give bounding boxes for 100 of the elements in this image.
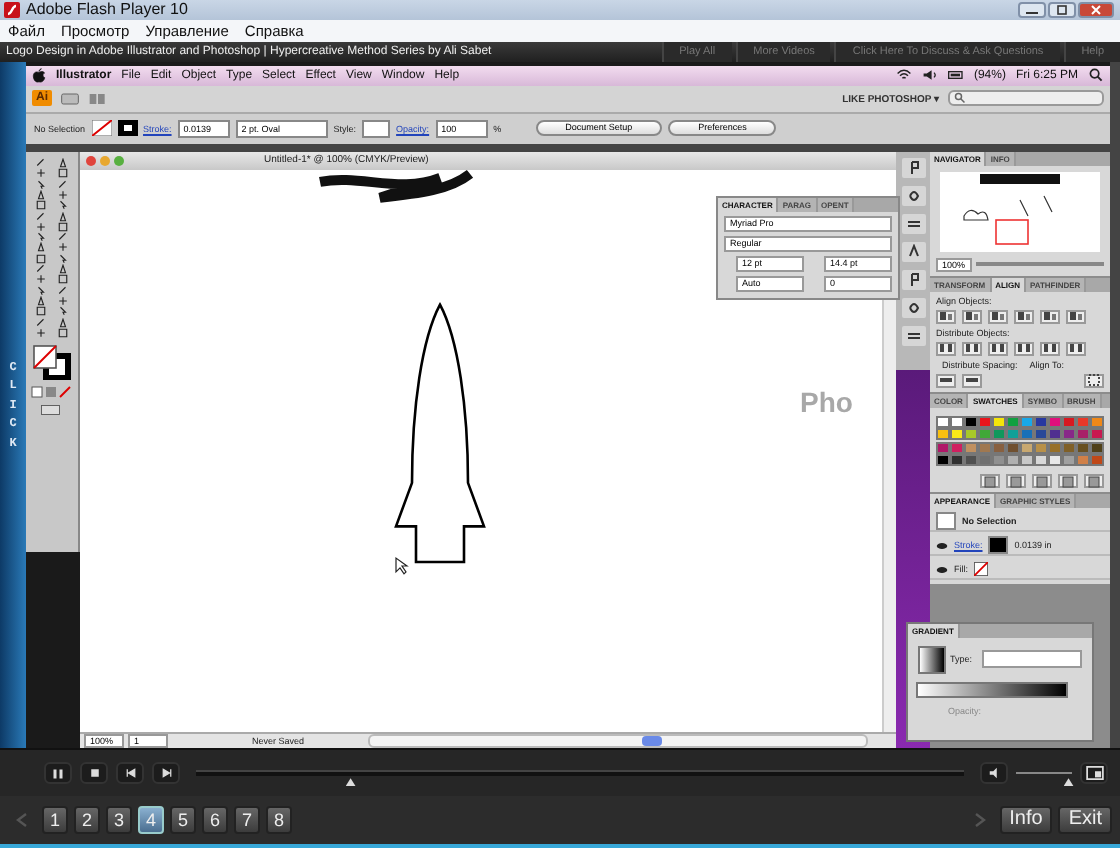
stroke-swatch[interactable] [117,120,138,137]
color-swatch[interactable] [1076,415,1089,428]
fill-stroke-icon[interactable] [32,344,72,381]
color-swatch[interactable] [1062,415,1075,428]
color-swatch[interactable] [992,415,1005,428]
color-swatch[interactable] [936,441,949,454]
scroll-thumb[interactable] [642,736,663,747]
chapter-button[interactable]: 6 [202,806,228,835]
color-swatch[interactable] [1006,454,1019,467]
color-swatch[interactable] [1034,441,1047,454]
nav-button[interactable]: Info [999,806,1053,835]
seek-handle[interactable] [345,778,356,787]
panel-icon[interactable] [901,297,925,318]
color-swatch[interactable] [1062,428,1075,441]
align-icon[interactable] [1014,309,1034,324]
volume-handle[interactable] [1063,778,1074,787]
pause-button[interactable] [44,762,72,785]
color-swatch[interactable] [1006,415,1019,428]
color-swatch[interactable] [992,428,1005,441]
gradient-swatch[interactable] [918,645,946,674]
chapter-button[interactable]: 7 [234,806,260,835]
wifi-icon[interactable] [895,68,912,83]
color-swatch[interactable] [1034,454,1047,467]
color-swatch[interactable] [964,441,977,454]
panel-icon[interactable] [901,185,925,206]
color-swatch[interactable] [978,415,991,428]
color-swatch[interactable] [950,454,963,467]
color-swatch[interactable] [950,441,963,454]
apple-icon[interactable] [32,67,46,84]
color-swatch[interactable] [936,415,949,428]
panel-icon[interactable] [901,325,925,346]
eye-icon[interactable] [936,541,948,550]
color-swatch[interactable] [1020,454,1033,467]
distribute-icon[interactable] [936,341,956,356]
align-icon[interactable] [988,309,1008,324]
minimize-button[interactable] [1018,2,1046,18]
color-swatch[interactable] [1006,428,1019,441]
color-swatch[interactable] [1020,415,1033,428]
panel-icon[interactable] [901,269,925,290]
align-icon[interactable] [1040,309,1060,324]
color-swatch[interactable] [1034,415,1047,428]
chapter-button[interactable]: 2 [74,806,100,835]
color-swatch[interactable] [1090,415,1103,428]
color-swatch[interactable] [964,428,977,441]
color-swatch[interactable] [978,428,991,441]
stop-button[interactable] [80,762,108,785]
battery-icon[interactable] [947,68,964,83]
color-swatch[interactable] [964,454,977,467]
color-swatch[interactable] [1090,441,1103,454]
color-swatch[interactable] [978,441,991,454]
distribute-icon[interactable] [988,341,1008,356]
color-swatch[interactable] [1062,441,1075,454]
align-to-icon[interactable] [1084,373,1104,388]
color-swatch[interactable] [1076,428,1089,441]
next-button[interactable] [152,762,180,785]
color-swatch[interactable] [1034,428,1047,441]
color-swatch[interactable] [964,415,977,428]
color-swatch[interactable] [992,441,1005,454]
color-swatch[interactable] [936,454,949,467]
color-swatch[interactable] [992,454,1005,467]
volume-button[interactable] [980,762,1008,785]
close-button[interactable] [1078,2,1114,18]
color-swatch[interactable] [1048,454,1061,467]
search-icon[interactable] [1088,68,1104,83]
color-swatch[interactable] [936,428,949,441]
color-swatch[interactable] [1076,441,1089,454]
color-swatch[interactable] [1006,441,1019,454]
no-fill-swatch[interactable] [974,562,988,577]
close-button[interactable] [86,155,96,166]
panel-icon[interactable] [901,213,925,234]
horizontal-scrollbar[interactable] [368,734,868,749]
color-swatch[interactable] [1076,454,1089,467]
align-icon[interactable] [1066,309,1086,324]
color-swatch[interactable] [1090,454,1103,467]
nav-button[interactable]: Exit [1058,806,1112,835]
color-swatch[interactable] [950,415,963,428]
chapter-button[interactable]: 5 [170,806,196,835]
fill-swatch[interactable] [91,120,112,137]
panel-icon[interactable] [901,241,925,262]
eye-icon[interactable] [936,565,948,574]
maximize-button[interactable] [1048,2,1076,18]
fullscreen-button[interactable] [1080,762,1108,785]
previous-button[interactable] [116,762,144,785]
drawing-modes-icon[interactable] [30,386,74,399]
search-field[interactable] [948,90,1104,107]
chapter-button[interactable]: 1 [42,806,68,835]
distribute-icon[interactable] [1066,341,1086,356]
style-dropdown[interactable] [362,119,391,138]
color-swatch[interactable] [978,454,991,467]
color-swatch[interactable] [1062,454,1075,467]
align-icon[interactable] [936,309,956,324]
color-swatch[interactable] [1020,441,1033,454]
stroke-swatch[interactable] [988,536,1009,555]
speaker-icon[interactable] [921,68,938,83]
chapter-button[interactable]: 3 [106,806,132,835]
color-swatch[interactable] [1048,441,1061,454]
distribute-icon[interactable] [1014,341,1034,356]
distribute-icon[interactable] [1040,341,1060,356]
distribute-icon[interactable] [962,341,982,356]
color-swatch[interactable] [1090,428,1103,441]
